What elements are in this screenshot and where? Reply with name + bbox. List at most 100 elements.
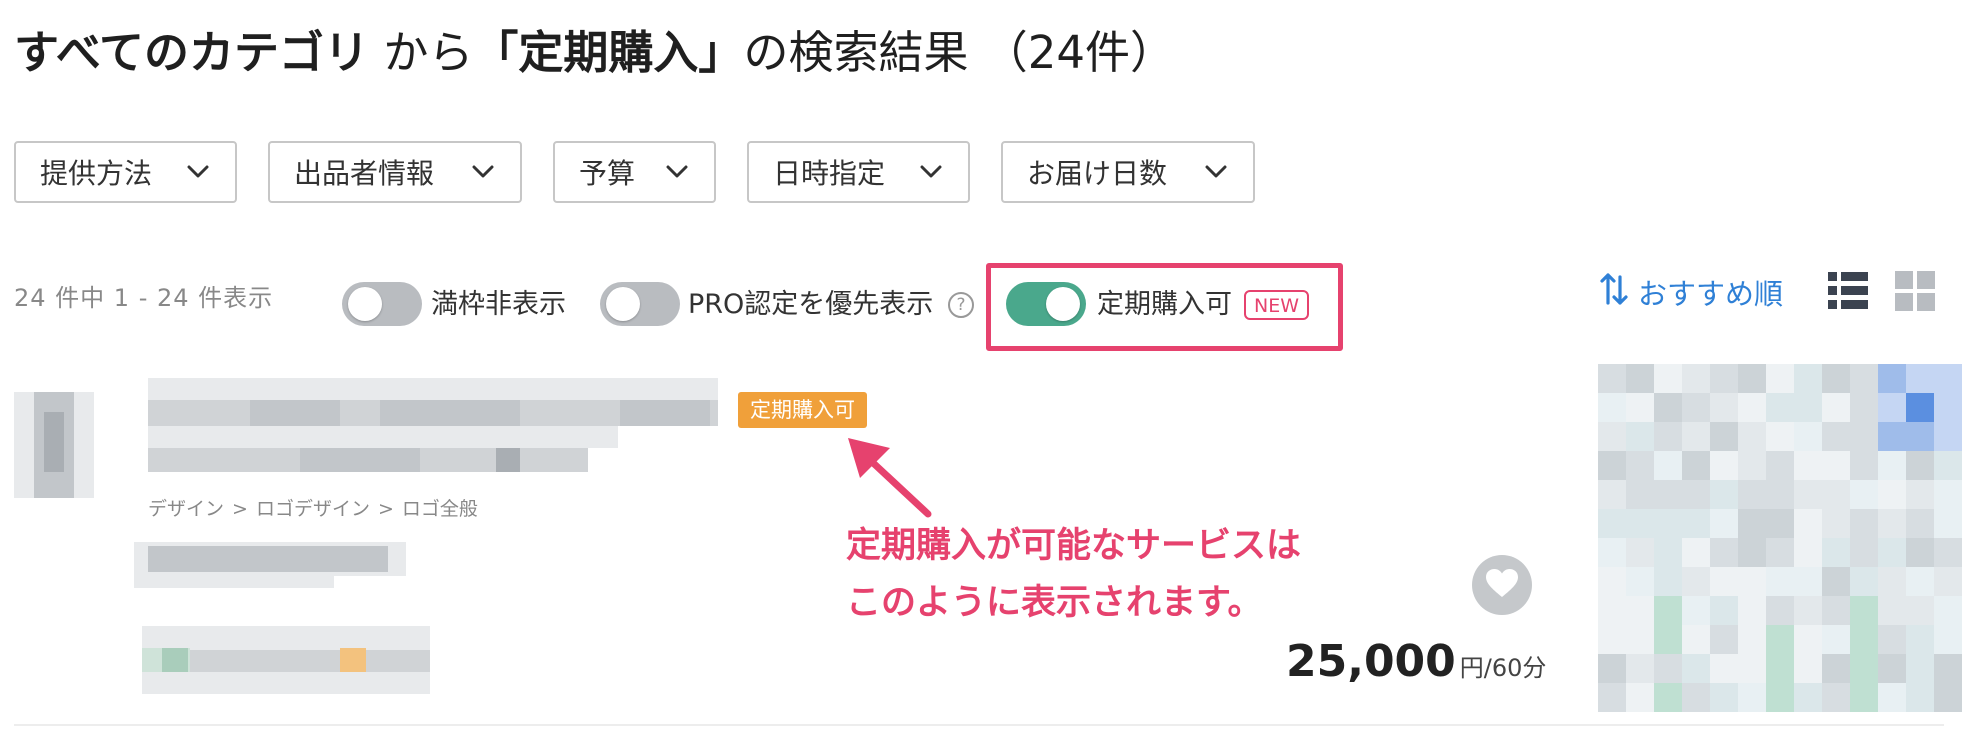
filter-label: 出品者情報 [294, 157, 435, 190]
breadcrumb: デザイン > ロゴデザイン > ロゴ全般 [148, 494, 478, 521]
breadcrumb-item[interactable]: デザイン [148, 498, 224, 520]
thumbnail-tile [1934, 393, 1962, 422]
thumbnail-tile [1822, 683, 1850, 712]
sort-button[interactable]: おすすめ順 [1600, 270, 1783, 314]
thumbnail-tile [1850, 364, 1878, 393]
thumbnail-tile [1850, 567, 1878, 596]
thumbnail-tile [1682, 480, 1710, 509]
toggle-subscription-label: 定期購入可 [1097, 289, 1232, 320]
thumbnail-tile [1738, 625, 1766, 654]
thumbnail-tile [1766, 451, 1794, 480]
thumbnail-tile [1682, 625, 1710, 654]
subscription-tag: 定期購入可 [738, 392, 867, 428]
thumbnail-tile [1710, 596, 1738, 625]
annotation-arrow-icon [848, 438, 932, 518]
thumbnail-tile [1766, 364, 1794, 393]
breadcrumb-item[interactable]: ロゴデザイン [256, 498, 370, 520]
thumbnail-tile [1906, 654, 1934, 683]
thumbnail-tile [1934, 683, 1962, 712]
thumbnail-tile [1626, 654, 1654, 683]
thumbnail-tile [1682, 654, 1710, 683]
thumbnail-tile [1738, 422, 1766, 451]
thumbnail-tile [1654, 538, 1682, 567]
thumbnail-tile [1934, 567, 1962, 596]
filter-seller-info[interactable]: 出品者情報 [268, 141, 522, 203]
thumbnail-tile [1654, 422, 1682, 451]
service-thumbnail[interactable] [1598, 364, 1962, 712]
list-view-icon[interactable] [1826, 269, 1870, 313]
thumbnail-tile [1710, 451, 1738, 480]
price-unit: 円/60分 [1459, 654, 1547, 682]
thumbnail-tile [1878, 596, 1906, 625]
thumbnail-tile [1766, 567, 1794, 596]
help-icon[interactable]: ? [948, 292, 974, 318]
sort-icon [1600, 271, 1638, 314]
thumbnail-tile [1794, 654, 1822, 683]
thumbnail-tile [1878, 393, 1906, 422]
toggle-hide-full[interactable] [342, 282, 422, 326]
thumbnail-tile [1766, 538, 1794, 567]
filter-label: 提供方法 [40, 157, 153, 190]
thumbnail-tile [1878, 422, 1906, 451]
filter-delivery-method[interactable]: 提供方法 [14, 141, 237, 203]
thumbnail-tile [1738, 654, 1766, 683]
thumbnail-tile [1822, 451, 1850, 480]
toggle-pro-priority[interactable] [600, 282, 680, 326]
thumbnail-tile [1850, 509, 1878, 538]
thumbnail-tile [1794, 509, 1822, 538]
thumbnail-tile [1710, 422, 1738, 451]
chevron-down-icon [1203, 159, 1229, 185]
thumbnail-tile [1710, 364, 1738, 393]
toggle-pro-priority-label: PRO認定を優先表示 [688, 289, 934, 320]
thumbnail-tile [1682, 364, 1710, 393]
toggle-subscription[interactable] [1006, 282, 1086, 326]
thumbnail-tile [1934, 509, 1962, 538]
thumbnail-tile [1626, 625, 1654, 654]
thumbnail-tile [1766, 393, 1794, 422]
thumbnail-tile [1934, 538, 1962, 567]
breadcrumb-item[interactable]: ロゴ全般 [402, 498, 478, 520]
thumbnail-tile [1850, 393, 1878, 422]
thumbnail-tile [1682, 422, 1710, 451]
filter-date-time[interactable]: 日時指定 [747, 141, 970, 203]
filter-label: 予算 [579, 157, 636, 190]
thumbnail-tile [1738, 480, 1766, 509]
thumbnail-tile [1598, 596, 1626, 625]
thumbnail-tile [1878, 683, 1906, 712]
thumbnail-tile [1934, 422, 1962, 451]
annotation-line: 定期購入が可能なサービスは [846, 526, 1302, 566]
thumbnail-tile [1738, 393, 1766, 422]
thumbnail-tile [1794, 625, 1822, 654]
thumbnail-tile [1850, 422, 1878, 451]
thumbnail-tile [1906, 683, 1934, 712]
thumbnail-tile [1906, 538, 1934, 567]
thumbnail-tile [1794, 567, 1822, 596]
thumbnail-tile [1710, 567, 1738, 596]
thumbnail-tile [1626, 422, 1654, 451]
thumbnail-tile [1906, 596, 1934, 625]
thumbnail-tile [1766, 625, 1794, 654]
thumbnail-tile [1878, 480, 1906, 509]
grid-view-icon[interactable] [1893, 269, 1937, 313]
filter-delivery-days[interactable]: お届け日数 [1001, 141, 1255, 203]
thumbnail-tile [1682, 538, 1710, 567]
thumbnail-tile [1850, 596, 1878, 625]
thumbnail-tile [1822, 364, 1850, 393]
thumbnail-tile [1654, 451, 1682, 480]
thumbnail-tile [1906, 422, 1934, 451]
favorite-button[interactable] [1472, 555, 1532, 615]
breadcrumb-separator: > [377, 498, 394, 520]
page-title: すべてのカテゴリ から「定期購入」の検索結果 （24件） [14, 18, 1175, 88]
thumbnail-tile [1738, 538, 1766, 567]
filter-budget[interactable]: 予算 [553, 141, 716, 203]
chevron-down-icon [918, 159, 944, 185]
thumbnail-tile [1906, 625, 1934, 654]
thumbnail-tile [1710, 654, 1738, 683]
price-value: 25,000 [1286, 636, 1456, 687]
thumbnail-tile [1906, 509, 1934, 538]
thumbnail-tile [1822, 654, 1850, 683]
thumbnail-tile [1766, 654, 1794, 683]
thumbnail-tile [1934, 451, 1962, 480]
thumbnail-tile [1738, 683, 1766, 712]
thumbnail-tile [1598, 625, 1626, 654]
